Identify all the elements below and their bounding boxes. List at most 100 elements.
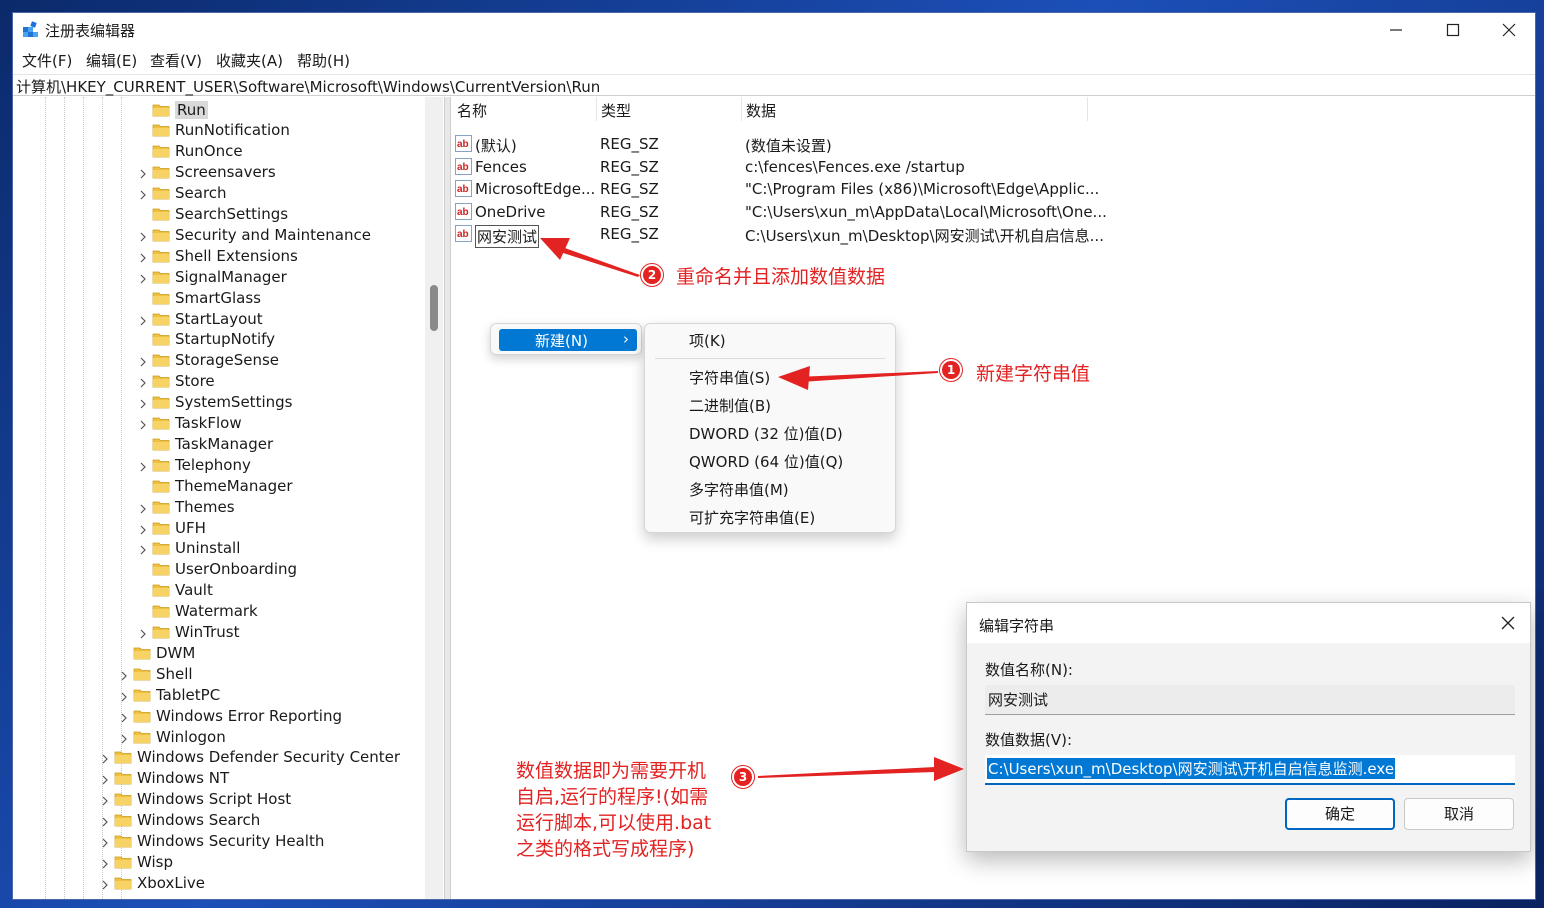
dialog-title-bar[interactable]: 编辑字符串 xyxy=(967,603,1530,643)
tree-item[interactable]: Security and Maintenance xyxy=(137,224,371,245)
title-bar[interactable]: 注册表编辑器 xyxy=(13,13,1535,47)
tree-item[interactable]: UFH xyxy=(137,517,206,538)
chevron-right-icon[interactable] xyxy=(137,187,149,200)
tree-item[interactable]: Watermark xyxy=(137,601,258,622)
chevron-right-icon[interactable] xyxy=(118,710,130,723)
column-header-type[interactable]: 类型 xyxy=(601,100,631,121)
menu-new-string-value[interactable]: 字符串值(S) xyxy=(689,367,770,388)
column-divider[interactable] xyxy=(741,97,742,121)
cancel-button[interactable]: 取消 xyxy=(1404,798,1514,830)
address-path[interactable]: 计算机\HKEY_CURRENT_USER\Software\Microsoft… xyxy=(16,76,600,97)
tree-item[interactable]: TabletPC xyxy=(118,684,220,705)
value-name[interactable]: OneDrive xyxy=(475,203,546,221)
value-row[interactable]: ab 网安测试 REG_SZ C:\Users\xun_m\Desktop\网安测试\… xyxy=(455,224,1104,249)
tree-item[interactable]: Themes xyxy=(137,496,235,517)
chevron-right-icon[interactable] xyxy=(137,354,149,367)
tree-item[interactable]: SystemSettings xyxy=(137,392,292,413)
chevron-right-icon[interactable] xyxy=(99,793,111,806)
menu-view[interactable]: 查看(V) xyxy=(150,50,202,71)
tree-item[interactable]: Store xyxy=(137,371,215,392)
tree-item[interactable]: Shell xyxy=(118,663,193,684)
tree-item[interactable]: Windows Defender Security Center xyxy=(99,747,400,768)
chevron-right-icon[interactable] xyxy=(137,542,149,555)
tree-item[interactable]: Winlogon xyxy=(118,726,226,747)
value-name[interactable]: Fences xyxy=(475,158,527,176)
tree-item[interactable]: SmartGlass xyxy=(137,287,261,308)
chevron-right-icon[interactable] xyxy=(137,626,149,639)
key-tree[interactable]: Run RunNotification RunOnce Screensavers Sea… xyxy=(13,97,444,899)
minimize-button[interactable] xyxy=(1368,13,1424,47)
tree-item[interactable]: Wisp xyxy=(99,851,173,872)
tree-item[interactable]: XboxLive xyxy=(99,872,205,893)
column-header-name[interactable]: 名称 xyxy=(457,100,487,121)
chevron-right-icon[interactable] xyxy=(118,668,130,681)
chevron-right-icon[interactable] xyxy=(137,313,149,325)
tree-item[interactable]: SignalManager xyxy=(137,266,287,287)
column-header-data[interactable]: 数据 xyxy=(746,100,776,121)
chevron-right-icon[interactable] xyxy=(137,375,149,388)
chevron-right-icon[interactable] xyxy=(118,689,130,702)
value-row[interactable]: ab MicrosoftEdge... REG_SZ "C:\Program File… xyxy=(455,179,1099,201)
chevron-right-icon[interactable] xyxy=(137,250,149,263)
value-data-selected-text[interactable]: C:\Users\xun_m\Desktop\网安测试\开机自启信息监测.exe xyxy=(987,758,1396,779)
column-divider[interactable] xyxy=(1087,97,1088,121)
tree-item[interactable]: ThemeManager xyxy=(137,475,293,496)
menu-new-qword-value[interactable]: QWORD (64 位)值(Q) xyxy=(689,451,843,472)
value-name[interactable]: (默认) xyxy=(475,135,517,156)
menu-new-key[interactable]: 项(K) xyxy=(689,330,726,351)
menu-help[interactable]: 帮助(H) xyxy=(297,50,350,71)
menu-favorites[interactable]: 收藏夹(A) xyxy=(216,50,283,71)
tree-item[interactable]: Shell Extensions xyxy=(137,245,298,266)
tree-item[interactable]: StartLayout xyxy=(137,308,263,329)
tree-item[interactable]: WinTrust xyxy=(137,622,240,643)
chevron-right-icon[interactable] xyxy=(137,271,149,284)
menu-new-dword-value[interactable]: DWORD (32 位)值(D) xyxy=(689,423,843,444)
tree-item[interactable]: Search xyxy=(137,183,227,204)
chevron-right-icon[interactable] xyxy=(99,856,111,869)
menu-new-binary-value[interactable]: 二进制值(B) xyxy=(689,395,771,416)
chevron-right-icon[interactable] xyxy=(99,877,111,890)
value-name[interactable]: 网安测试 xyxy=(475,225,540,249)
chevron-right-icon[interactable] xyxy=(118,731,130,743)
tree-item[interactable]: Windows Search xyxy=(99,810,260,831)
pane-splitter[interactable] xyxy=(444,97,451,899)
tree-item[interactable]: Uninstall xyxy=(137,538,240,559)
address-bar[interactable]: 计算机\HKEY_CURRENT_USER\Software\Microsoft… xyxy=(13,74,1535,96)
tree-item[interactable]: Windows NT xyxy=(99,768,229,789)
tree-item[interactable]: Run xyxy=(137,99,208,120)
tree-item[interactable]: SearchSettings xyxy=(137,204,288,225)
menu-edit[interactable]: 编辑(E) xyxy=(86,50,137,71)
chevron-right-icon[interactable] xyxy=(137,522,149,534)
chevron-right-icon[interactable] xyxy=(137,501,149,514)
tree-item[interactable]: TaskManager xyxy=(137,433,273,454)
tree-item[interactable]: Screensavers xyxy=(137,162,276,183)
tree-item[interactable]: RunOnce xyxy=(137,141,243,162)
tree-scrollbar-thumb[interactable] xyxy=(430,285,438,331)
chevron-right-icon[interactable] xyxy=(99,772,111,785)
menu-new-multi-string-value[interactable]: 多字符串值(M) xyxy=(689,479,789,500)
chevron-right-icon[interactable] xyxy=(99,835,111,848)
chevron-right-icon[interactable] xyxy=(137,166,149,179)
value-name[interactable]: MicrosoftEdge... xyxy=(475,180,595,198)
menu-new[interactable]: 新建(N) › xyxy=(499,329,637,351)
chevron-right-icon[interactable] xyxy=(137,417,149,430)
tree-item[interactable]: Telephony xyxy=(137,454,251,475)
menu-new-expandable-string-value[interactable]: 可扩充字符串值(E) xyxy=(689,507,815,528)
chevron-right-icon[interactable] xyxy=(99,751,111,764)
chevron-right-icon[interactable] xyxy=(137,459,149,472)
tree-item[interactable]: Vault xyxy=(137,580,213,601)
ok-button[interactable]: 确定 xyxy=(1285,798,1395,830)
tree-item[interactable]: Windows Script Host xyxy=(99,789,291,810)
tree-item[interactable]: UserOnboarding xyxy=(137,559,297,580)
tree-item[interactable]: DWM xyxy=(118,642,195,663)
value-data-input[interactable]: C:\Users\xun_m\Desktop\网安测试\开机自启信息监测.exe xyxy=(985,755,1515,785)
dialog-close-button[interactable] xyxy=(1500,615,1516,631)
tree-item[interactable]: Windows Error Reporting xyxy=(118,705,342,726)
menu-file[interactable]: 文件(F) xyxy=(22,50,72,71)
chevron-right-icon[interactable] xyxy=(137,396,149,409)
tree-item[interactable]: StartupNotify xyxy=(137,329,275,350)
tree-item[interactable]: TaskFlow xyxy=(137,413,242,434)
chevron-right-icon[interactable] xyxy=(137,229,149,242)
close-button[interactable] xyxy=(1481,13,1535,47)
chevron-right-icon[interactable] xyxy=(99,814,111,827)
